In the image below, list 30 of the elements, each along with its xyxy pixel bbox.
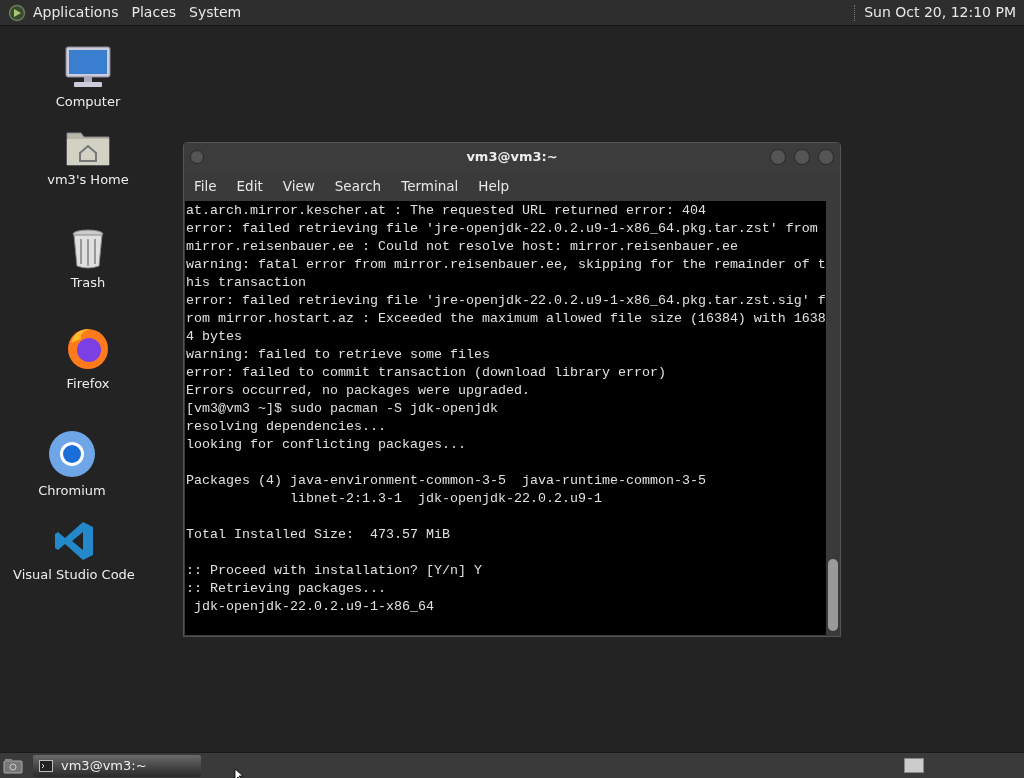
show-desktop-icon[interactable] [3,757,23,774]
panel-menu[interactable]: Places [131,2,177,23]
desktop-icon-label[interactable]: Chromium [38,481,106,501]
menu-item[interactable]: View [282,175,315,197]
desktop-icon-label[interactable]: Computer [55,92,121,112]
menu-item[interactable]: Help [478,175,510,197]
panel-menu[interactable]: System [189,2,242,23]
scrollbar-thumb[interactable] [827,559,838,631]
terminal-icon [39,759,53,772]
logo-icon [8,3,26,22]
panel-menu[interactable]: Applications [33,2,119,23]
ribbon-logo-icon[interactable] [53,520,95,562]
computer-icon[interactable] [64,45,112,89]
menu-item[interactable]: Terminal [401,175,459,197]
workspace-switcher[interactable] [904,758,924,773]
desktop-icon-label[interactable]: Trash [70,273,106,293]
trash-icon[interactable] [70,228,106,270]
menu-item[interactable]: Search [334,175,382,197]
window-title: vm3@vm3:~ [466,148,558,167]
taskbar-button[interactable]: vm3@vm3:~ [33,754,201,777]
pointer-icon [234,767,244,778]
scrollbar[interactable] [826,201,839,635]
desktop-icon-label[interactable]: Firefox [66,374,110,394]
circle-logo-icon[interactable] [48,430,96,478]
clock[interactable]: Sun Oct 20, 12:10 PM [864,2,1016,23]
menu-item[interactable]: Edit [236,175,263,197]
terminal-output: at.arch.mirror.kescher.at : The requested URL returned error: 404 error: failed retrieving file 'jre-openjdk-22.0.2.u9-1-x86_64.pkg.tar.zst' from mirror.reisenbauer.ee : Could not resolve host: mirror.reisenbauer.ee warning: fatal error from mirror.reisenbauer.ee, skipping for the remainder of t his transaction error: failed retrieving file 'jre-openjdk-22.0.2.u9-1-x86_64.pkg.tar.zst.sig' f rom mirror.hostart.az : Exceeded the maximum allowed file size (16384) with 1638 4 bytes warning: failed to retrieve some files error: failed to commit transaction (download library error) Errors occurred, no packages were upgraded. [vm3@vm3 ~]$ sudo pacman -S jdk-openjdk resolving dependencies... looking for conflicting packages... Packages (4) java-environment-common-3-5 java-runtime-common-3-5 libnet-2:1.3-1 jdk-openjdk-22.0.2.u9-1 Total Installed Size: 473.57 MiB :: Proceed with installation? [Y/n] Y :: Retrieving packages... jdk-openjdk-22.0.2.u9-1-x86_64 [185,202,826,616]
desktop-icon-label[interactable]: Visual Studio Code [13,565,135,585]
desktop-icon-label[interactable]: vm3's Home [47,170,129,190]
menu-item[interactable]: File [194,175,217,197]
